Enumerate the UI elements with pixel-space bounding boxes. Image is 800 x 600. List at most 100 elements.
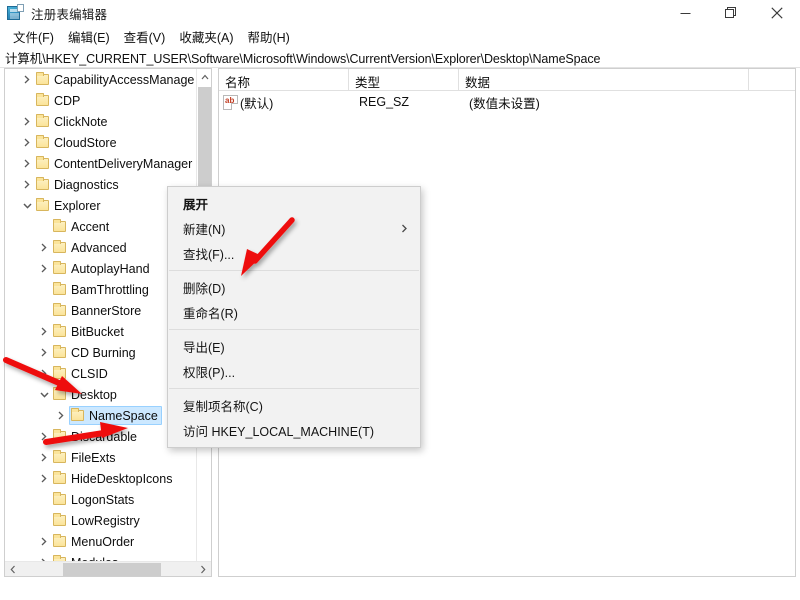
tree-item-content[interactable]: BamThrottling [52, 280, 152, 299]
value-type-cell: REG_SZ [351, 95, 461, 109]
chevron-down-icon[interactable] [19, 195, 35, 216]
tree-item-content[interactable]: Accent [52, 217, 112, 236]
window-title: 注册表编辑器 [31, 4, 107, 23]
address-bar[interactable]: 计算机\HKEY_CURRENT_USER\Software\Microsoft… [0, 47, 800, 68]
tree-item-label: ClickNote [51, 115, 108, 129]
tree-item-label: LowRegistry [68, 514, 140, 528]
tree-item-content[interactable]: AutoplayHand [52, 259, 153, 278]
folder-icon [52, 283, 68, 297]
minimize-button[interactable] [662, 0, 708, 26]
tree-item-fileexts[interactable]: FileExts [5, 447, 197, 468]
scroll-left-icon[interactable] [5, 562, 21, 577]
tree-item-content[interactable]: LowRegistry [52, 511, 143, 530]
column-header-2[interactable]: 数据 [459, 69, 749, 91]
menu-favorites[interactable]: 收藏夹(A) [172, 25, 240, 48]
folder-icon [52, 346, 68, 360]
ctx-delete[interactable]: 删除(D) [168, 275, 420, 300]
tree-item-content[interactable]: MenuOrder [52, 532, 137, 551]
folder-icon [52, 241, 68, 255]
chevron-right-icon[interactable] [19, 174, 35, 195]
close-button[interactable] [754, 0, 800, 26]
chevron-right-icon[interactable] [36, 426, 52, 447]
tree-item-label: CapabilityAccessManage [51, 73, 194, 87]
scroll-right-icon[interactable] [195, 562, 211, 577]
tree-item-clicknote[interactable]: ClickNote [5, 111, 197, 132]
tree-item-menuorder[interactable]: MenuOrder [5, 531, 197, 552]
chevron-right-icon[interactable] [19, 69, 35, 90]
folder-icon [35, 178, 51, 192]
ctx-goto-hklm[interactable]: 访问 HKEY_LOCAL_MACHINE(T) [168, 418, 420, 443]
chevron-down-icon[interactable] [36, 384, 52, 405]
tree-item-cloudstore[interactable]: CloudStore [5, 132, 197, 153]
tree-item-content[interactable]: CLSID [52, 364, 111, 383]
tree-item-label: ContentDeliveryManager [51, 157, 192, 171]
tree-item-content[interactable]: Diagnostics [35, 175, 122, 194]
tree-item-content[interactable]: ClickNote [35, 112, 111, 131]
tree-item-label: CLSID [68, 367, 108, 381]
tree-item-content[interactable]: BannerStore [52, 301, 144, 320]
tree-item-content[interactable]: CDP [35, 91, 83, 110]
value-row[interactable]: ab(默认)REG_SZ(数值未设置) [219, 91, 795, 113]
chevron-right-icon[interactable] [53, 405, 69, 426]
scroll-up-icon[interactable] [197, 69, 212, 85]
ctx-find[interactable]: 查找(F)... [168, 241, 420, 266]
tree-item-content[interactable]: HideDesktopIcons [52, 469, 175, 488]
ctx-rename[interactable]: 重命名(R) [168, 300, 420, 325]
tree-item-content[interactable]: ContentDeliveryManager [35, 154, 195, 173]
tree-item-content[interactable]: CD Burning [52, 343, 139, 362]
menu-file[interactable]: 文件(F) [6, 25, 61, 48]
tree-item-lowregistry[interactable]: LowRegistry [5, 510, 197, 531]
tree-item-contentdeliverymanager[interactable]: ContentDeliveryManager [5, 153, 197, 174]
tree-item-content[interactable]: Desktop [52, 385, 120, 404]
menu-help[interactable]: 帮助(H) [240, 25, 296, 48]
tree-item-logonstats[interactable]: LogonStats [5, 489, 197, 510]
registry-path: 计算机\HKEY_CURRENT_USER\Software\Microsoft… [0, 48, 600, 67]
folder-icon [52, 220, 68, 234]
tree-item-content[interactable]: BitBucket [52, 322, 127, 341]
ctx-copy-key-name[interactable]: 复制项名称(C) [168, 393, 420, 418]
tree-horizontal-scrollbar[interactable] [5, 561, 211, 576]
ctx-expand[interactable]: 展开 [168, 191, 420, 216]
menu-view[interactable]: 查看(V) [117, 25, 173, 48]
tree-item-content[interactable]: CapabilityAccessManage [35, 70, 197, 89]
tree-item-label: CloudStore [51, 136, 117, 150]
window-controls [662, 0, 800, 26]
folder-icon [35, 199, 51, 213]
chevron-right-icon[interactable] [36, 258, 52, 279]
context-menu-item-label: 查找(F)... [183, 244, 234, 263]
chevron-right-icon[interactable] [19, 132, 35, 153]
tree-item-content[interactable]: CloudStore [35, 133, 120, 152]
tree-item-content[interactable]: NameSpace [69, 406, 162, 425]
column-header-1[interactable]: 类型 [349, 69, 459, 91]
tree-item-capabilityaccessmanage[interactable]: CapabilityAccessManage [5, 69, 197, 90]
chevron-right-icon[interactable] [36, 531, 52, 552]
value-list-header: 名称类型数据 [219, 69, 795, 91]
chevron-right-icon[interactable] [36, 321, 52, 342]
menu-edit[interactable]: 编辑(E) [61, 25, 117, 48]
ctx-permissions[interactable]: 权限(P)... [168, 359, 420, 384]
ctx-new[interactable]: 新建(N) [168, 216, 420, 241]
folder-icon [70, 409, 86, 423]
tree-item-label: BannerStore [68, 304, 141, 318]
restore-button[interactable] [708, 0, 754, 26]
tree-item-cdp[interactable]: CDP [5, 90, 197, 111]
tree-item-content[interactable]: LogonStats [52, 490, 137, 509]
tree-hscroll-thumb[interactable] [63, 563, 161, 576]
chevron-right-icon[interactable] [36, 363, 52, 384]
tree-item-content[interactable]: Advanced [52, 238, 130, 257]
tree-item-content[interactable]: FileExts [52, 448, 118, 467]
chevron-right-icon[interactable] [36, 468, 52, 489]
chevron-right-icon[interactable] [36, 447, 52, 468]
chevron-right-icon[interactable] [19, 111, 35, 132]
chevron-right-icon[interactable] [36, 237, 52, 258]
tree-item-content[interactable]: Discardable [52, 427, 140, 446]
folder-icon [52, 262, 68, 276]
ctx-export[interactable]: 导出(E) [168, 334, 420, 359]
folder-icon [52, 535, 68, 549]
chevron-right-icon[interactable] [36, 342, 52, 363]
chevron-right-icon[interactable] [19, 153, 35, 174]
tree-twisty-placeholder [36, 216, 52, 237]
tree-item-hidedesktopicons[interactable]: HideDesktopIcons [5, 468, 197, 489]
tree-item-content[interactable]: Explorer [35, 196, 104, 215]
column-header-0[interactable]: 名称 [219, 69, 349, 91]
